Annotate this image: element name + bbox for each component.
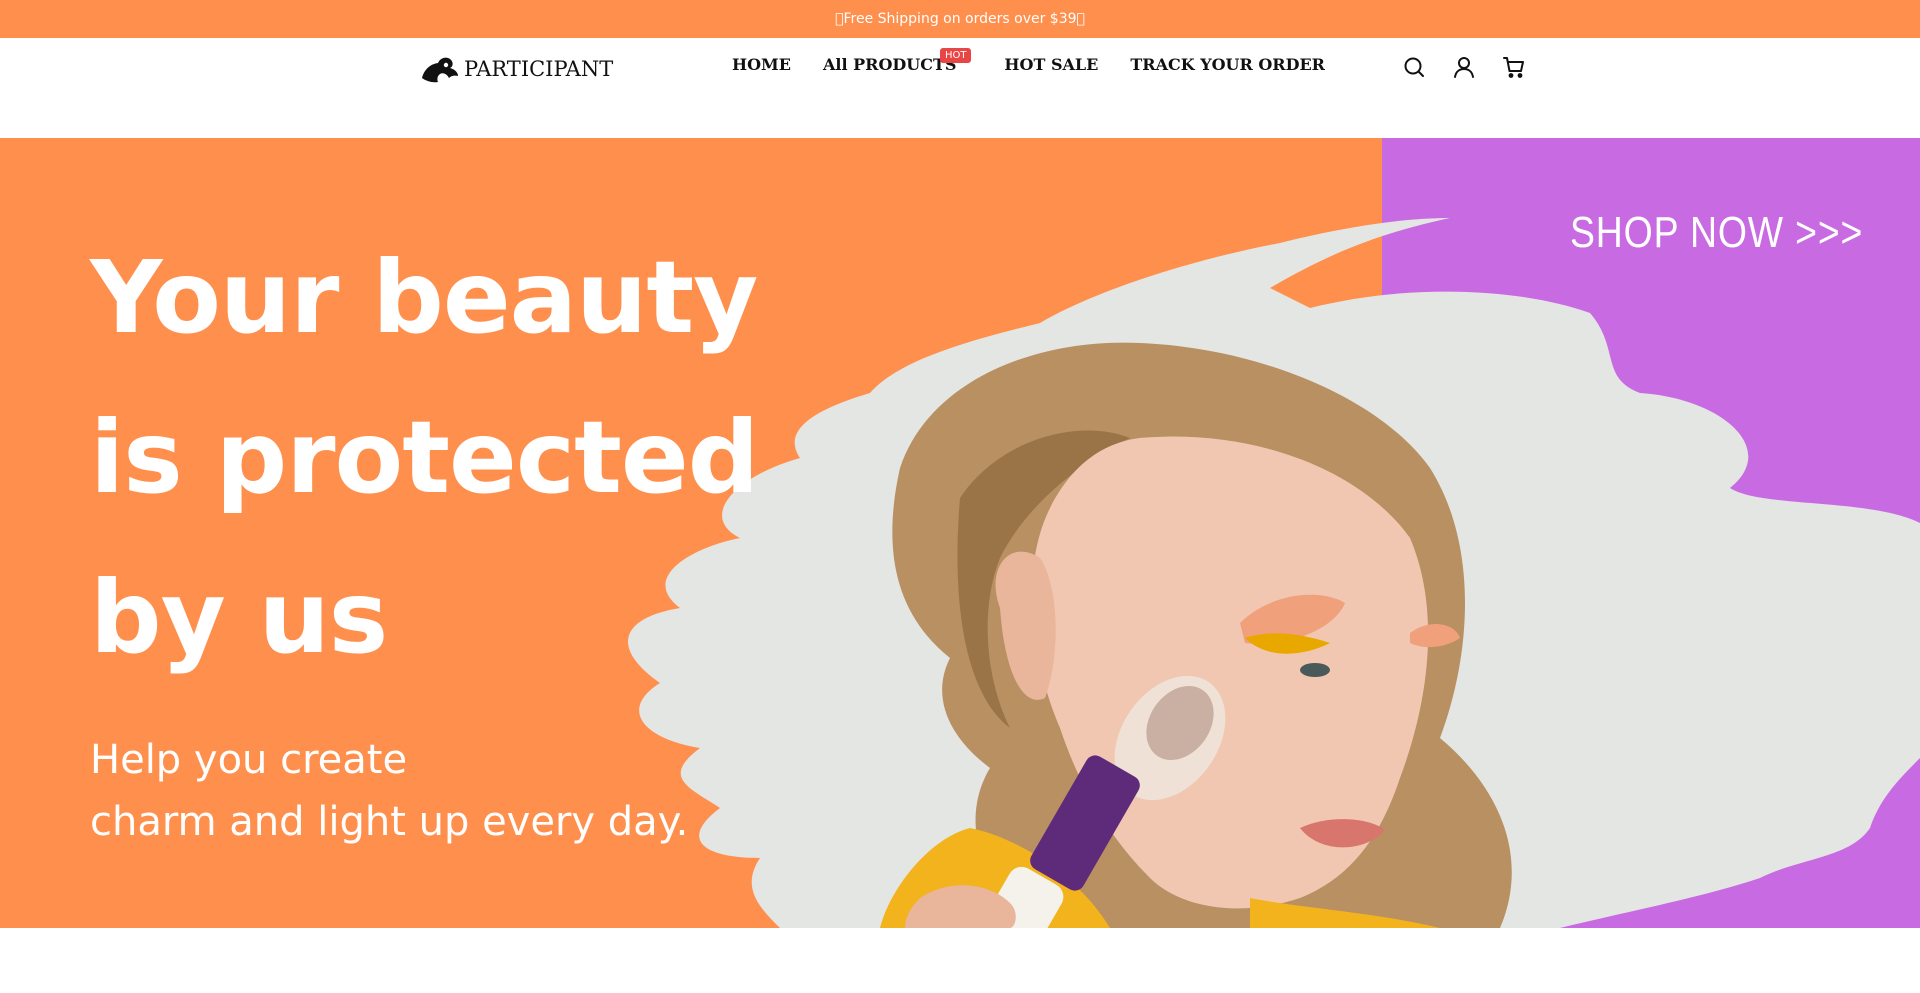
- hot-badge: HOT: [939, 48, 972, 63]
- hero-headline-line-2: is protected: [90, 399, 759, 516]
- logo[interactable]: PARTICIPANT: [420, 54, 613, 84]
- account-icon[interactable]: [1452, 55, 1476, 79]
- nav-home[interactable]: HOME: [732, 55, 791, 74]
- site-header: PARTICIPANT HOME All PRODUCTS HOT HOT SA…: [0, 38, 1920, 138]
- nav-all-products-label: All PRODUCTS: [822, 55, 957, 74]
- search-icon[interactable]: [1402, 55, 1426, 79]
- announcement-bar:  Free Shipping on orders over $39 : [0, 0, 1920, 38]
- shop-now-link[interactable]: SHOP NOW >>>: [1570, 208, 1863, 258]
- hero-headline-line-3: by us: [90, 559, 388, 676]
- nav-hot-sale[interactable]: HOT SALE: [1004, 55, 1098, 74]
- hero-subheadline-line-2: charm and light up every day.: [90, 799, 689, 845]
- hero-headline-line-1: Your beauty: [90, 239, 758, 356]
- logo-text: PARTICIPANT: [464, 57, 614, 81]
- main-nav: HOME All PRODUCTS HOT HOT SALE TRACK YOU…: [732, 48, 1325, 74]
- hero-subheadline-line-1: Help you create: [90, 737, 408, 783]
- hero-subheadline: Help you create charm and light up every…: [90, 729, 688, 853]
- header-actions: [1402, 55, 1526, 79]
- hero-headline: Your beauty is protected by us: [90, 218, 759, 698]
- nav-all-products[interactable]: All PRODUCTS HOT: [822, 48, 972, 74]
- logo-mark-icon: [422, 57, 458, 83]
- hero-banner[interactable]: Your beauty is protected by us Help you …: [0, 138, 1920, 928]
- announcement-text:  Free Shipping on orders over $39 : [835, 11, 1085, 27]
- cart-icon[interactable]: [1502, 55, 1526, 79]
- nav-track-order[interactable]: TRACK YOUR ORDER: [1130, 55, 1325, 74]
